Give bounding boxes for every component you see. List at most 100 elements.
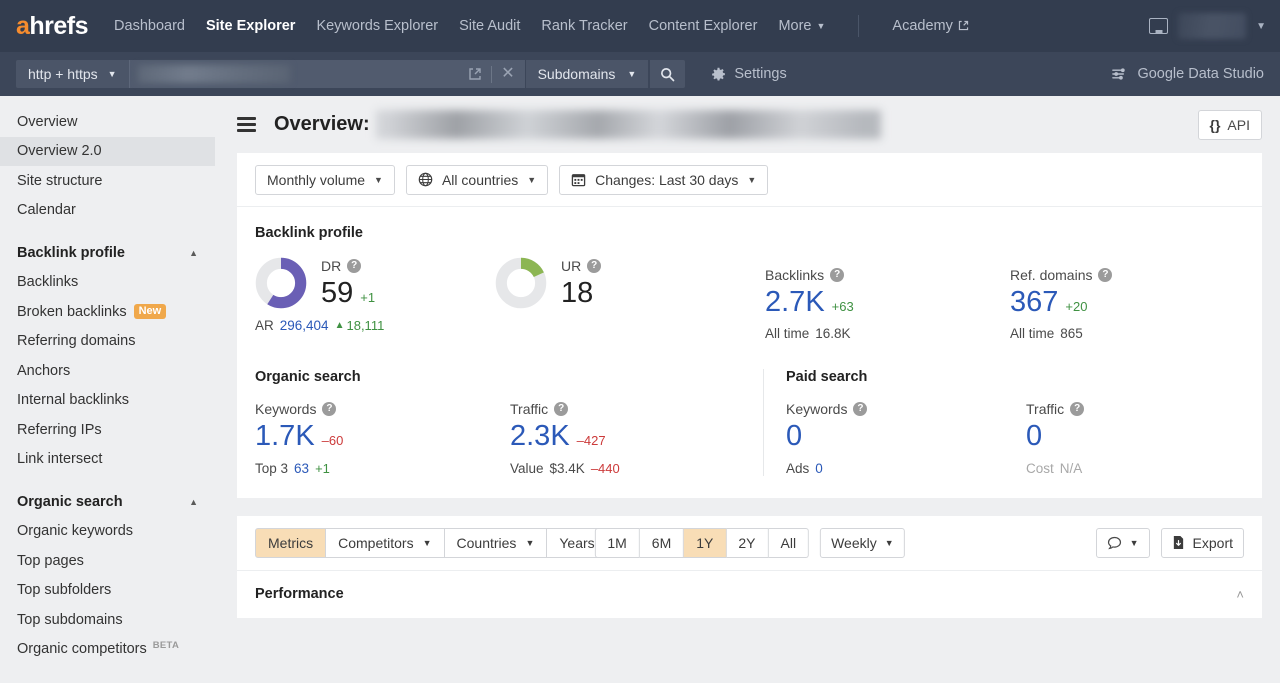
organic-keywords-label: Keywords <box>255 401 317 418</box>
filter-bar: Monthly volume ▼ All countries ▼ Changes: La… <box>237 153 1262 207</box>
account-name-redacted[interactable] <box>1178 13 1247 39</box>
sidebar-item-link-intersect[interactable]: Link intersect <box>0 445 215 475</box>
range-2y[interactable]: 2Y <box>726 527 769 558</box>
scope-label: Subdomains <box>537 66 616 82</box>
help-icon[interactable]: ? <box>1070 402 1085 417</box>
range-6m[interactable]: 6M <box>639 527 685 558</box>
paid-keywords-label-row: Keywords ? <box>786 401 1026 417</box>
hamburger-icon[interactable] <box>237 114 256 136</box>
card-gap <box>237 497 1262 516</box>
organic-traffic-value[interactable]: 2.3K <box>510 421 570 452</box>
sidebar-item-organic-keywords[interactable]: Organic keywords <box>0 517 215 547</box>
help-icon[interactable]: ? <box>830 268 845 282</box>
external-link-icon[interactable] <box>468 67 482 81</box>
api-button[interactable]: {} API <box>1197 109 1262 140</box>
search-submit-button[interactable] <box>649 60 686 88</box>
ur-value-row: 18 <box>561 277 601 308</box>
nav-link-more[interactable]: More ▼ <box>778 18 825 34</box>
paid-keywords-value[interactable]: 0 <box>786 421 802 452</box>
help-icon[interactable]: ? <box>853 402 868 417</box>
sidebar-item-label: Broken backlinks <box>17 303 127 320</box>
volume-filter[interactable]: Monthly volume ▼ <box>255 164 395 195</box>
sidebar-item-organic-competitors[interactable]: Organic competitors BETA <box>0 635 215 665</box>
dr-delta: +1 <box>360 289 376 305</box>
tab-countries[interactable]: Countries ▼ <box>444 527 548 558</box>
help-icon[interactable]: ? <box>347 258 362 273</box>
export-button[interactable]: Export <box>1160 527 1244 558</box>
backlink-profile-metrics: DR ? 59 +1 AR 296,404 ▲ 18,111 UR ? 18 B… <box>255 257 1244 341</box>
braces-icon: {} <box>1209 116 1221 133</box>
range-1y[interactable]: 1Y <box>684 527 727 558</box>
nav-link-keywords-explorer[interactable]: Keywords Explorer <box>316 18 438 34</box>
backlinks-value[interactable]: 2.7K <box>765 287 825 318</box>
country-filter[interactable]: All countries ▼ <box>405 164 549 195</box>
sidebar-item-anchors[interactable]: Anchors <box>0 356 215 386</box>
nav-link-content-explorer[interactable]: Content Explorer <box>649 18 758 34</box>
sidebar-item-broken-backlinks[interactable]: Broken backlinks New <box>0 297 215 327</box>
google-data-studio-link[interactable]: Google Data Studio <box>1111 66 1264 82</box>
chevron-up-icon[interactable]: ˄ <box>1236 587 1244 602</box>
metric-paid-traffic: Traffic ? 0 Cost N/A <box>1026 401 1085 476</box>
sidebar-group-organic-search[interactable]: Organic search ▲ <box>0 487 215 517</box>
granularity-label: Weekly <box>831 534 877 551</box>
metric-organic-keywords: Keywords ? 1.7K –60 Top 3 63 +1 <box>255 401 510 475</box>
paid-traffic-value[interactable]: 0 <box>1026 421 1042 452</box>
scope-select[interactable]: Subdomains ▼ <box>525 60 649 88</box>
range-1m[interactable]: 1M <box>594 527 640 558</box>
ar-sub-row: AR 296,404 ▲ 18,111 <box>255 318 495 333</box>
target-url-input[interactable]: ✕ <box>128 60 525 88</box>
sidebar-item-calendar[interactable]: Calendar <box>0 196 215 226</box>
settings-link[interactable]: Settings <box>711 66 787 82</box>
top3-value[interactable]: 63 <box>294 461 309 476</box>
help-icon[interactable]: ? <box>322 402 337 417</box>
sidebar-item-top-pages[interactable]: Top pages <box>0 546 215 576</box>
granularity-select[interactable]: Weekly ▼ <box>820 527 905 558</box>
target-name-redacted <box>375 110 881 139</box>
ads-label: Ads <box>786 460 810 476</box>
content-header: Overview: {} API <box>215 96 1280 153</box>
sidebar-group-backlink-profile[interactable]: Backlink profile ▲ <box>0 238 215 268</box>
nav-link-site-explorer[interactable]: Site Explorer <box>206 18 295 34</box>
help-icon[interactable]: ? <box>1098 268 1113 282</box>
ahrefs-logo[interactable]: ahrefs <box>16 13 89 39</box>
gear-icon <box>711 67 726 82</box>
nav-link-site-audit[interactable]: Site Audit <box>459 18 520 34</box>
nav-link-dashboard[interactable]: Dashboard <box>114 18 185 34</box>
organic-keywords-value[interactable]: 1.7K <box>255 421 315 452</box>
performance-section-header[interactable]: Performance ˄ <box>237 569 1262 618</box>
sidebar-item-referring-ips[interactable]: Referring IPs <box>0 415 215 445</box>
sidebar-item-label: Referring domains <box>17 333 136 350</box>
help-icon[interactable]: ? <box>554 402 569 417</box>
changes-filter[interactable]: Changes: Last 30 days ▼ <box>559 164 769 195</box>
nav-link-academy[interactable]: Academy <box>892 18 968 34</box>
ar-value[interactable]: 296,404 <box>280 318 329 333</box>
range-all[interactable]: All <box>768 527 810 558</box>
clear-input-icon[interactable]: ✕ <box>501 66 514 82</box>
sidebar-item-internal-backlinks[interactable]: Internal backlinks <box>0 386 215 416</box>
main-content: Overview: {} API Monthly volume ▼ All coun… <box>215 96 1280 683</box>
page-body: Overview Overview 2.0 Site structure Calend… <box>0 96 1280 683</box>
sidebar-item-referring-domains[interactable]: Referring domains <box>0 327 215 357</box>
search-metrics: Organic search Keywords ? 1.7K –60 Top 3… <box>255 369 1244 497</box>
dr-value-row: 59 +1 <box>321 277 376 308</box>
refdomains-value[interactable]: 367 <box>1010 287 1058 318</box>
sidebar-item-backlinks[interactable]: Backlinks <box>0 268 215 298</box>
help-icon[interactable]: ? <box>587 258 602 273</box>
ads-value[interactable]: 0 <box>815 461 823 476</box>
sidebar-item-label: Overview 2.0 <box>17 143 102 160</box>
tab-competitors[interactable]: Competitors ▼ <box>326 527 445 558</box>
sidebar-item-site-structure[interactable]: Site structure <box>0 166 215 196</box>
annotations-button[interactable]: ▼ <box>1095 527 1150 558</box>
paid-traffic-sub-row: Cost N/A <box>1026 461 1084 476</box>
nav-link-rank-tracker[interactable]: Rank Tracker <box>541 18 627 34</box>
organic-search-title: Organic search <box>255 369 361 386</box>
inbox-icon[interactable] <box>1149 18 1169 34</box>
sidebar-item-top-subfolders[interactable]: Top subfolders <box>0 576 215 606</box>
sidebar-item-top-subdomains[interactable]: Top subdomains <box>0 605 215 635</box>
protocol-select[interactable]: http + https ▼ <box>16 60 129 88</box>
sidebar-item-overview-2-0[interactable]: Overview 2.0 <box>0 136 215 166</box>
chevron-down-icon[interactable]: ▼ <box>1256 21 1266 32</box>
sidebar-item-overview[interactable]: Overview <box>0 107 215 137</box>
tab-metrics[interactable]: Metrics <box>255 527 327 558</box>
metric-organic-traffic: Traffic ? 2.3K –427 Value $3.4K –440 <box>510 401 620 475</box>
